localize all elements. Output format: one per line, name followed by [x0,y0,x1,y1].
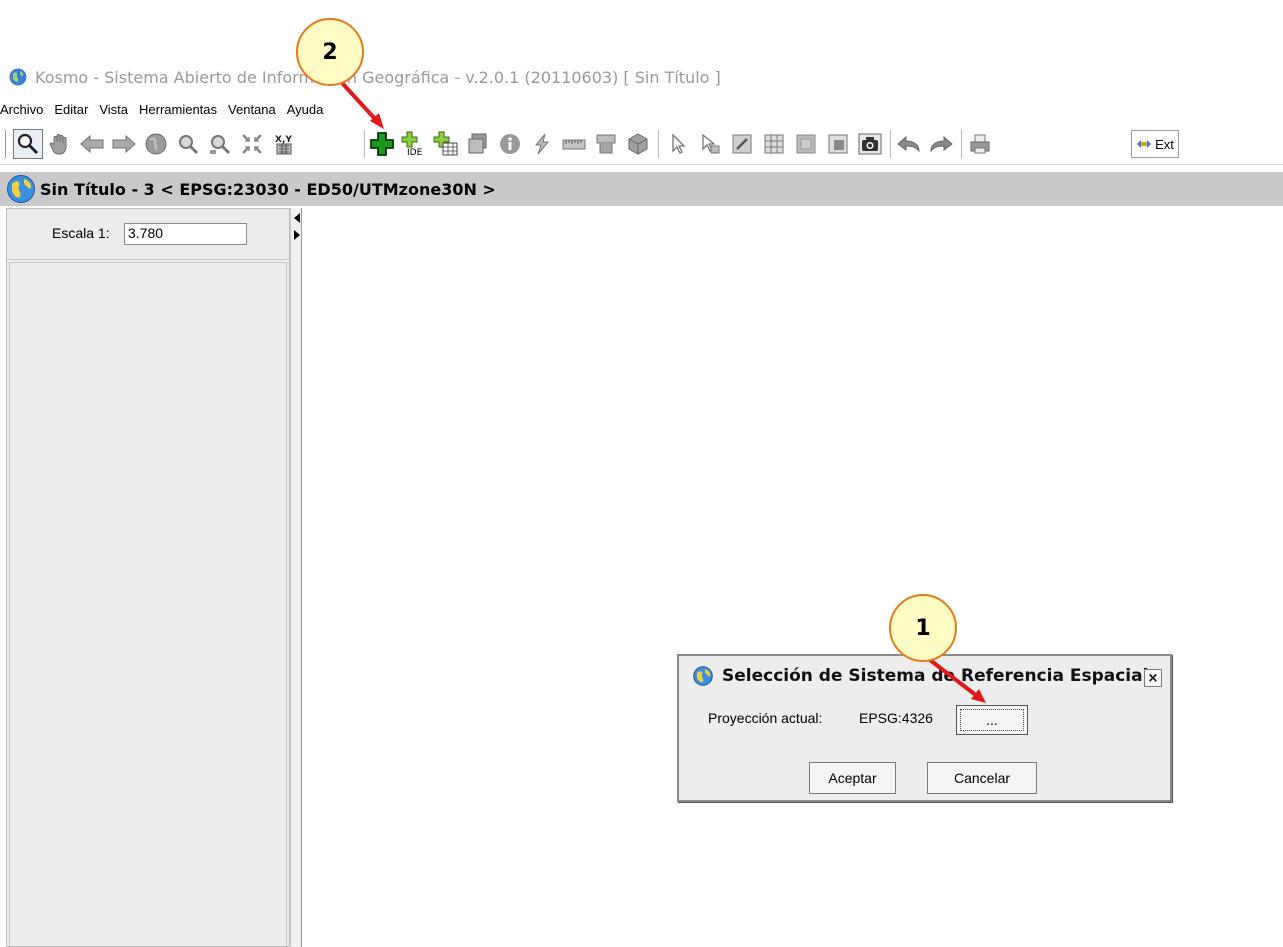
measure-area-icon[interactable] [591,129,621,159]
ext-arrows-icon [1137,140,1152,148]
print-icon[interactable] [965,129,995,159]
redo-icon[interactable] [926,129,956,159]
previous-view-icon[interactable] [77,129,107,159]
menu-herramientas[interactable]: Herramientas [139,102,217,117]
toolbar-separator [961,130,962,158]
callout-step-2: 2 [296,18,364,86]
callout-step-1: 1 [889,594,957,662]
undo-icon[interactable] [894,129,924,159]
projection-label: Proyección actual: [708,710,823,726]
scale-label: Escala 1: [52,225,110,241]
menu-ventana[interactable]: Ventana [228,102,276,117]
next-view-icon[interactable] [109,129,139,159]
add-layer-icon[interactable] [367,129,397,159]
window-title: Kosmo - Sistema Abierto de Información G… [35,67,721,87]
collapse-left-icon[interactable] [294,213,300,223]
window-title-bar: Kosmo - Sistema Abierto de Información G… [0,62,1283,92]
dialog-title: Selección de Sistema de Referencia Espac… [722,666,1149,686]
toolbar-grip[interactable] [5,130,9,158]
accept-button[interactable]: Aceptar [809,762,896,794]
view-globe-icon [7,175,35,203]
srs-selection-dialog: Selección de Sistema de Referencia Espac… [677,654,1172,802]
zoom-in-icon[interactable] [173,129,203,159]
zoom-icon[interactable] [13,129,43,159]
menu-editar[interactable]: Editar [54,102,88,117]
zoom-to-layer-icon[interactable] [237,129,267,159]
select-by-shape-icon[interactable] [695,129,725,159]
toolbar-separator [364,130,365,158]
full-extent-globe-icon[interactable] [141,129,171,159]
go-to-xy-icon[interactable]: X,Y [269,129,299,159]
map-canvas[interactable] [303,208,1283,947]
browse-projection-button[interactable]: ... [956,705,1028,735]
grid-icon[interactable] [759,129,789,159]
select-pointer-icon[interactable] [663,129,693,159]
raster-icon[interactable] [791,129,821,159]
info-icon[interactable] [495,129,525,159]
add-table-icon[interactable] [431,129,461,159]
scale-input[interactable]: 3.780 [124,223,247,245]
ext-label: Ext [1155,136,1174,152]
menu-bar: Archivo Editar Vista Herramientas Ventan… [0,98,323,120]
kosmo-globe-icon [9,68,27,86]
measure-ruler-icon[interactable] [559,129,589,159]
menu-archivo[interactable]: Archivo [0,102,43,117]
legend-panel: Escala 1: 3.780 [6,208,290,947]
projection-value: EPSG:4326 [859,710,933,726]
layer-properties-icon[interactable] [463,129,493,159]
main-toolbar: X,Y IDE Ext [0,124,1283,165]
ext-button[interactable]: Ext [1131,130,1179,158]
panel-splitter[interactable] [290,208,302,947]
dialog-close-button[interactable]: × [1144,669,1162,687]
dialog-title-bar: Selección de Sistema de Referencia Espac… [693,666,1148,686]
menu-ayuda[interactable]: Ayuda [287,102,324,117]
cancel-button[interactable]: Cancelar [927,762,1037,794]
hyperlink-icon[interactable] [527,129,557,159]
layer-legend-area[interactable] [9,262,287,946]
add-ide-layer-icon[interactable]: IDE [399,129,429,159]
scale-row: Escala 1: 3.780 [7,209,289,260]
view-title: Sin Título - 3 < EPSG:23030 - ED50/UTMzo… [40,179,496,199]
toolbar-separator [658,130,659,158]
dialog-globe-icon [693,666,713,686]
zoom-out-icon[interactable] [205,129,235,159]
overview-icon[interactable] [823,129,853,159]
view-title-bar: Sin Título - 3 < EPSG:23030 - ED50/UTMzo… [0,172,1283,206]
pan-hand-icon[interactable] [45,129,75,159]
edit-icon[interactable] [727,129,757,159]
3d-box-icon[interactable] [623,129,653,159]
toolbar-separator [890,130,891,158]
menu-vista[interactable]: Vista [99,102,128,117]
expand-right-icon[interactable] [294,230,300,240]
snapshot-camera-icon[interactable] [855,129,885,159]
svg-text:IDE: IDE [407,148,423,157]
